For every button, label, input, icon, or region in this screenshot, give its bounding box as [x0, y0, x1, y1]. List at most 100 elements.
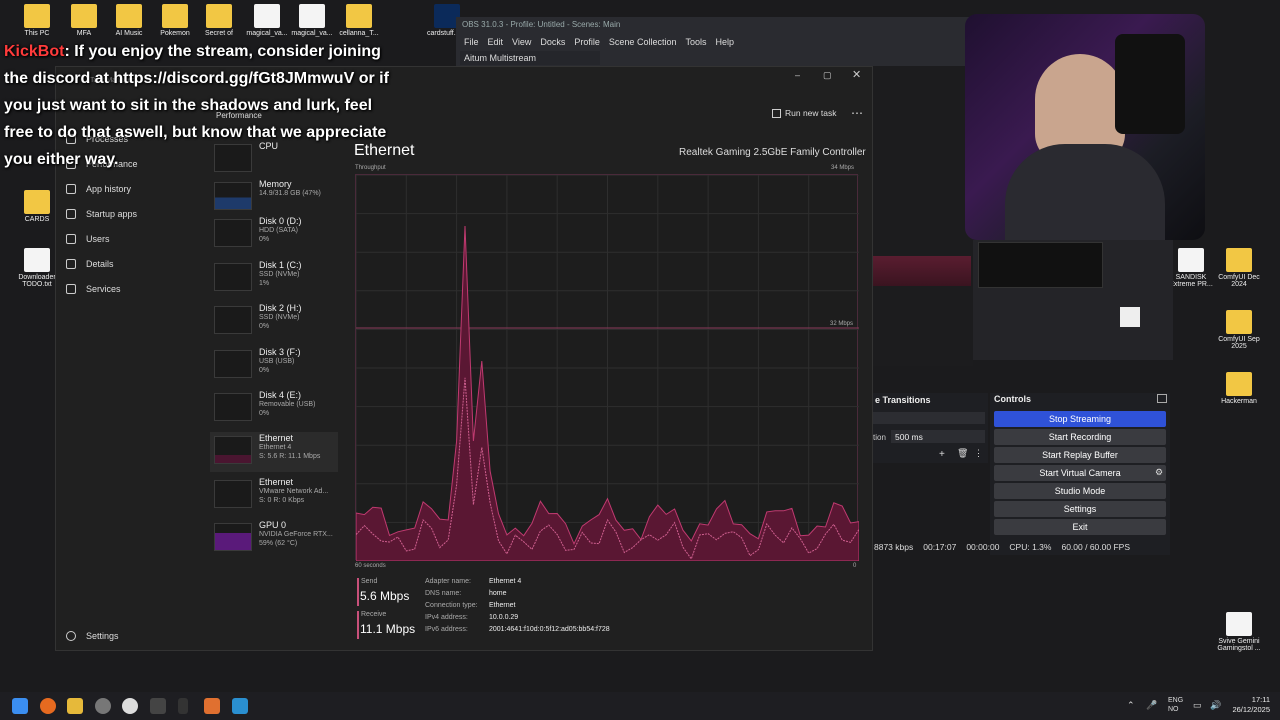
bitrate: 8873 kbps	[874, 542, 914, 552]
delete-transition-icon[interactable]: 🗑	[957, 448, 968, 459]
sidebar-item-label: Settings	[86, 631, 119, 641]
perf-item-ethernet[interactable]: Ethernet VMware Network Ad... S: 0 R: 0 Kb…	[210, 476, 338, 516]
obs-menu-item[interactable]: Help	[715, 37, 734, 47]
transition-duration-input[interactable]: 500 ms	[891, 430, 985, 443]
volume-icon[interactable]: 🔊	[1210, 700, 1221, 711]
add-transition-icon[interactable]: +	[939, 449, 945, 460]
folder-icon	[206, 4, 232, 28]
prop-key: Adapter name:	[425, 578, 471, 585]
start-virtual-camera-button[interactable]: Start Virtual Camera	[994, 465, 1166, 481]
sidebar-item-services[interactable]: Services	[66, 284, 121, 294]
undock-icon[interactable]	[1157, 394, 1167, 403]
sidebar-item-startup-apps[interactable]: Startup apps	[66, 209, 137, 219]
throughput-chart: 32 Mbps	[355, 174, 860, 562]
obs-menu-item[interactable]: View	[512, 37, 531, 47]
exit-button[interactable]: Exit	[994, 519, 1166, 535]
folder-icon	[1226, 310, 1252, 334]
zero-label: 0	[853, 563, 857, 569]
perf-item-disk-0-d-[interactable]: Disk 0 (D:) HDD (SATA) 0%	[210, 215, 338, 255]
desktop-icon-label: ComfyUI Dec 2024	[1218, 274, 1260, 288]
sidebar-item-settings[interactable]: Settings	[66, 631, 119, 641]
perf-thumbnail	[214, 350, 252, 378]
obs-preview-area	[873, 66, 973, 366]
sidebar-icon	[66, 259, 76, 269]
obs-menu-item[interactable]: Profile	[574, 37, 600, 47]
firefox-icon[interactable]	[40, 698, 56, 714]
studio-mode-button[interactable]: Studio Mode	[994, 483, 1166, 499]
desktop-icon[interactable]: ComfyUI Sep 2025	[1210, 310, 1268, 350]
document-icon	[1226, 612, 1252, 636]
desktop-icon[interactable]: ComfyUI Dec 2024	[1210, 248, 1268, 288]
task-manager-taskbar-icon[interactable]	[232, 698, 248, 714]
file-explorer-icon[interactable]	[67, 698, 83, 714]
transition-select[interactable]	[873, 412, 985, 424]
start-recording-button[interactable]: Start Recording	[994, 429, 1166, 445]
prop-key: IPv6 address:	[425, 626, 468, 633]
folder-icon	[116, 4, 142, 28]
sidebar-item-users[interactable]: Users	[66, 234, 110, 244]
desktop-icon[interactable]: cellanna_T...	[330, 4, 388, 37]
sidebar-item-label: App history	[86, 184, 132, 194]
virtual-camera-settings-icon[interactable]: ⚙	[1155, 467, 1163, 478]
perf-item-detail: Removable (USB)	[259, 401, 316, 408]
perf-item-ethernet[interactable]: Ethernet Ethernet 4 S: 5.6 R: 11.1 Mbps	[210, 432, 338, 472]
obs-title: OBS 31.0.3 - Profile: Untitled - Scenes:…	[462, 20, 621, 29]
network-icon[interactable]: ▭	[1193, 700, 1202, 711]
sidebar-item-details[interactable]: Details	[66, 259, 114, 269]
folder-icon	[1226, 372, 1252, 396]
obs-menu-item[interactable]: Edit	[488, 37, 504, 47]
perf-item-gpu-0[interactable]: GPU 0 NVIDIA GeForce RTX... 59% (62 °C)	[210, 519, 338, 559]
perf-item-memory[interactable]: Memory 14.9/31.8 GB (47%)	[210, 178, 338, 218]
minimize-icon[interactable]: –	[795, 70, 800, 80]
chrome-icon[interactable]	[122, 698, 138, 714]
perf-item-value: S: 5.6 R: 11.1 Mbps	[259, 453, 321, 460]
receive-value: 11.1 Mbps	[360, 622, 416, 636]
sidebar-item-label: Services	[86, 284, 121, 294]
input-language[interactable]: ENG NO	[1168, 696, 1183, 714]
perf-item-disk-3-f-[interactable]: Disk 3 (F:) USB (USB) 0%	[210, 346, 338, 386]
send-label: Send	[361, 578, 378, 585]
prop-value: 2001:4641:f10d:0:5f12:ad05:bb54:f728	[489, 626, 610, 633]
perf-item-value: 59% (62 °C)	[259, 540, 298, 547]
perf-item-detail: HDD (SATA)	[259, 227, 299, 234]
desktop-icon-label: Hackerman	[1221, 398, 1257, 405]
chevron-up-icon[interactable]: ⌃	[1127, 700, 1135, 711]
desktop-icon[interactable]: Svive Gemini Gamingstol ...	[1210, 612, 1268, 652]
settings-button[interactable]: Settings	[994, 501, 1166, 517]
desktop-icon[interactable]: Hackerman	[1210, 372, 1268, 405]
perf-item-disk-1-c-[interactable]: Disk 1 (C:) SSD (NVMe) 1%	[210, 259, 338, 299]
more-icon[interactable]: ⋯	[851, 106, 863, 120]
send-value: 5.6 Mbps	[360, 589, 410, 603]
perf-item-name: Disk 4 (E:)	[259, 390, 302, 400]
run-new-task-button[interactable]: Run new task	[772, 108, 837, 118]
document-icon	[254, 4, 280, 28]
microphone-icon[interactable]: 🎤	[1146, 700, 1157, 711]
settings-app-icon[interactable]	[95, 698, 111, 714]
perf-item-name: Ethernet	[259, 433, 294, 443]
perf-item-value: 0%	[259, 236, 270, 243]
obs-menu-item[interactable]: Scene Collection	[609, 37, 677, 47]
start-replay-buffer-button[interactable]: Start Replay Buffer	[994, 447, 1166, 463]
close-icon[interactable]: ✕	[852, 68, 861, 81]
obs-dock-title[interactable]: Aitum Multistream	[460, 51, 600, 65]
sidebar-icon	[66, 284, 76, 294]
maximize-icon[interactable]: ▢	[823, 70, 832, 81]
clock[interactable]: 17:11 26/12/2025	[1228, 695, 1270, 715]
controls-title: Controls	[994, 394, 1031, 404]
obs-menu-item[interactable]: Docks	[540, 37, 565, 47]
perf-thumbnail	[214, 436, 252, 464]
perf-item-disk-4-e-[interactable]: Disk 4 (E:) Removable (USB) 0%	[210, 389, 338, 429]
mid-label: 32 Mbps	[830, 321, 854, 327]
stop-streaming-button[interactable]: Stop Streaming	[994, 411, 1166, 427]
terminal-icon[interactable]	[150, 698, 166, 714]
vlc-icon[interactable]	[204, 698, 220, 714]
windows-start-icon[interactable]	[12, 698, 28, 714]
obs-menu-item[interactable]: File	[464, 37, 479, 47]
sidebar-item-app-history[interactable]: App history	[66, 184, 131, 194]
app-icon[interactable]	[178, 698, 188, 714]
perf-item-disk-2-h-[interactable]: Disk 2 (H:) SSD (NVMe) 0%	[210, 302, 338, 342]
perf-item-detail: Ethernet 4	[259, 444, 292, 451]
obs-menu-item[interactable]: Tools	[685, 37, 706, 47]
more-options-icon[interactable]: ⋮	[974, 448, 983, 459]
date: 26/12/2025	[1232, 705, 1270, 714]
